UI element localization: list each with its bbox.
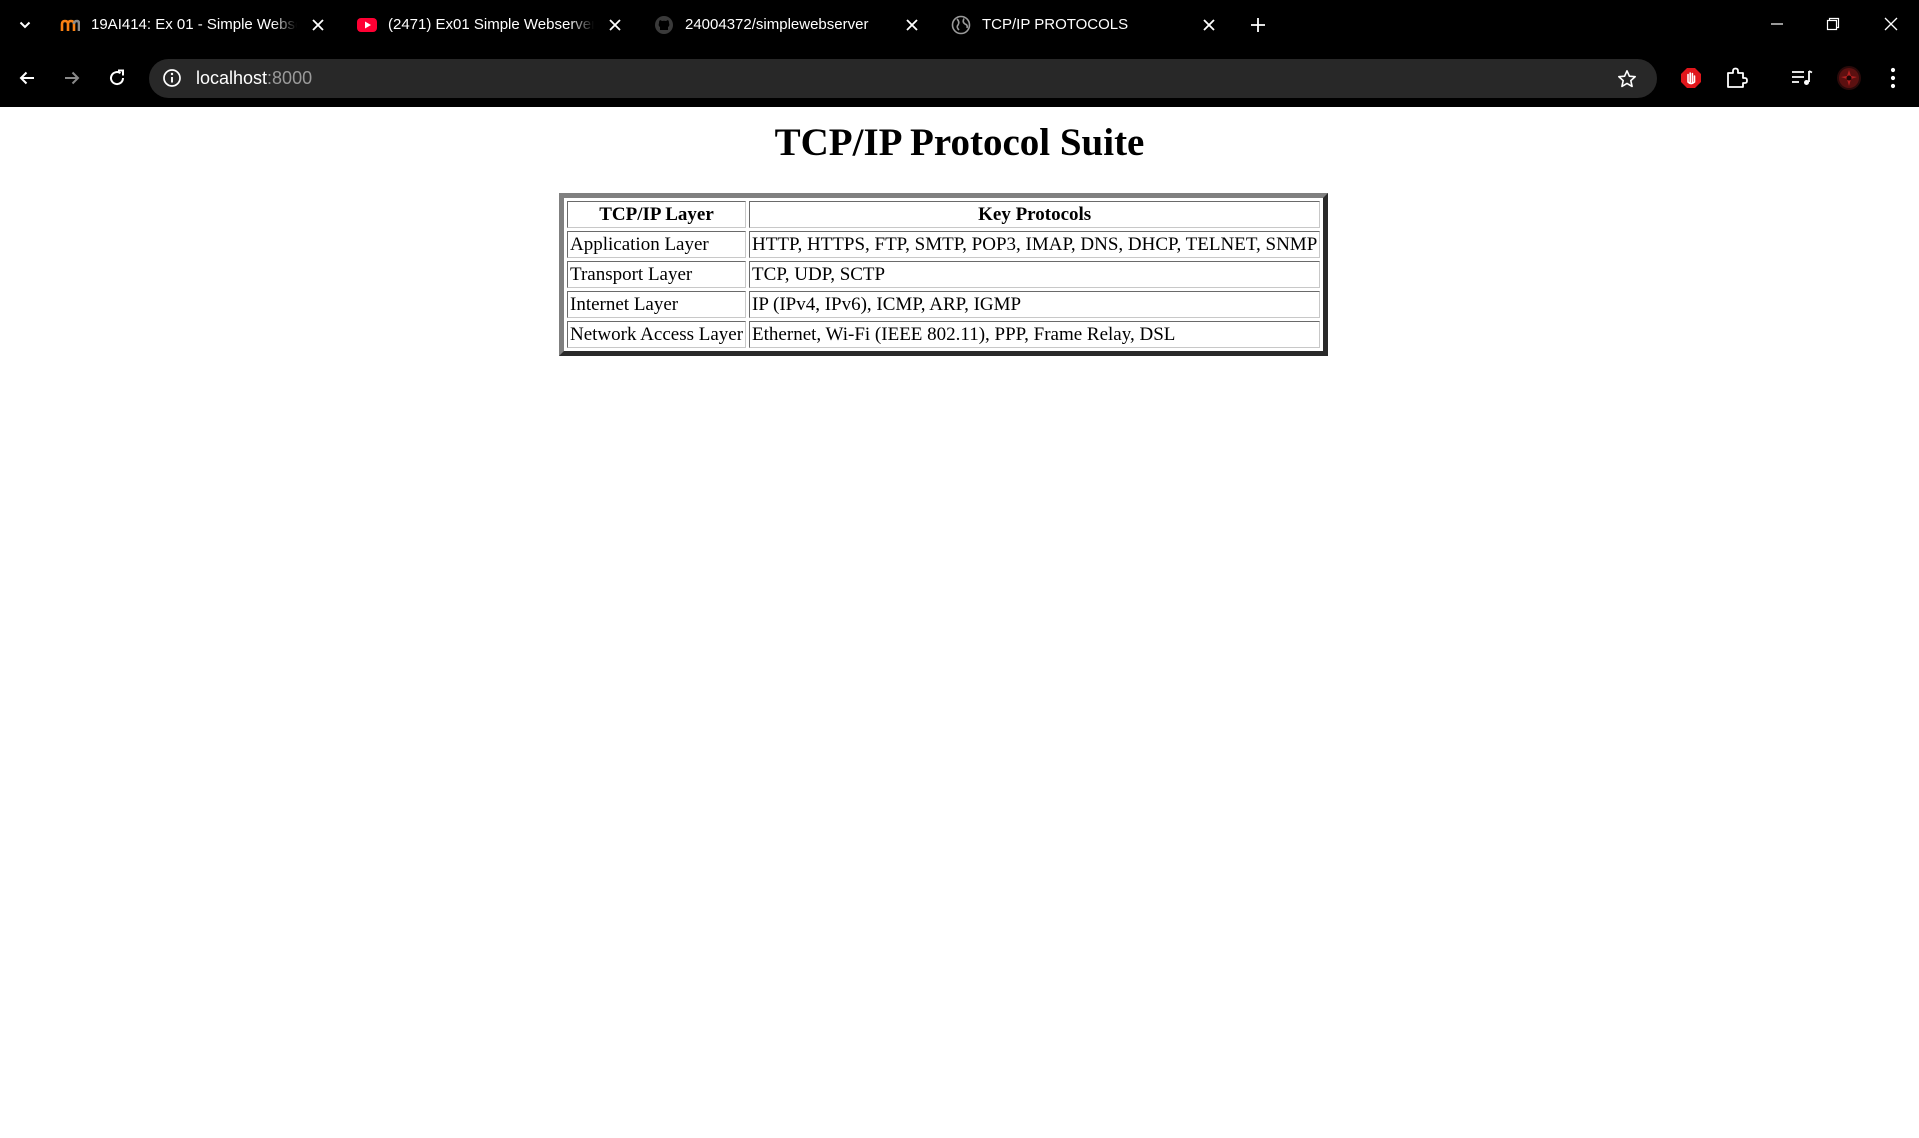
tab-youtube[interactable]: (2471) Ex01 Simple Webserver Walkthrough [357,0,625,49]
reload-icon [110,69,125,86]
media-controls-button[interactable] [1788,64,1816,92]
layer-cell: Network Access Layer [567,321,747,348]
reload-button[interactable] [101,62,133,94]
avatar-icon [1837,66,1861,90]
tab-title: (2471) Ex01 Simple Webserver Walkthrough [388,16,594,33]
table-row: Application Layer HTTP, HTTPS, FTP, SMTP… [567,231,1321,258]
tab-title: TCP/IP PROTOCOLS [982,16,1129,33]
layer-cell: Internet Layer [567,291,747,318]
forward-button[interactable] [56,62,88,94]
close-tab-icon[interactable] [308,15,328,35]
plus-icon [1251,18,1265,32]
github-icon [654,15,674,35]
url-port: :8000 [267,68,313,88]
puzzle-piece-icon [1727,67,1748,88]
back-button[interactable] [11,62,43,94]
site-info-icon[interactable] [161,67,183,89]
tab-github[interactable]: 24004372/simplewebserver [654,0,922,49]
minimize-button[interactable] [1762,10,1792,38]
browser-toolbar: localhost:8000 [0,49,1919,158]
close-tab-icon[interactable] [902,15,922,35]
table-header-row: TCP/IP Layer Key Protocols [567,201,1321,228]
arrow-right-icon [65,71,80,85]
tab-title: 19AI414: Ex 01 - Simple Webserver [91,16,297,33]
url-text[interactable]: localhost:8000 [196,68,312,89]
browser-menu-button[interactable] [1879,64,1907,92]
web-page: TCP/IP Protocol Suite TCP/IP Layer Key P… [0,109,1919,1138]
tab-search-button[interactable] [12,12,38,38]
protocols-cell: IP (IPv4, IPv6), ICMP, ARP, IGMP [749,291,1321,318]
tab-tcpip-protocols[interactable]: TCP/IP PROTOCOLS [951,0,1219,49]
page-title: TCP/IP Protocol Suite [774,121,1145,164]
adblock-extension-button[interactable] [1677,64,1705,92]
youtube-icon [357,15,377,35]
column-header-layer: TCP/IP Layer [567,201,747,228]
column-header-protocols: Key Protocols [749,201,1321,228]
restore-button[interactable] [1818,10,1848,38]
adblock-hand-icon [1681,68,1701,88]
moodle-icon [60,15,80,35]
tab-title: 24004372/simplewebserver [685,16,869,33]
table-row: Internet Layer IP (IPv4, IPv6), ICMP, AR… [567,291,1321,318]
protocol-table: TCP/IP Layer Key Protocols Application L… [559,193,1329,356]
more-vertical-icon [1890,67,1896,89]
close-icon [1884,17,1898,31]
extensions-button[interactable] [1722,64,1750,92]
minimize-icon [1771,23,1783,25]
address-bar[interactable]: localhost:8000 [149,59,1657,98]
profile-avatar[interactable] [1835,64,1863,92]
close-window-button[interactable] [1876,10,1906,38]
bookmark-star-icon[interactable] [1615,67,1639,91]
globe-icon [951,15,971,35]
chevron-down-icon [19,21,31,29]
table-row: Network Access Layer Ethernet, Wi-Fi (IE… [567,321,1321,348]
tab-strip: 19AI414: Ex 01 - Simple Webserver (2471)… [0,0,1919,49]
restore-icon [1826,17,1840,31]
close-tab-icon[interactable] [1199,15,1219,35]
new-tab-button[interactable] [1245,12,1271,38]
protocols-cell: HTTP, HTTPS, FTP, SMTP, POP3, IMAP, DNS,… [749,231,1321,258]
close-tab-icon[interactable] [605,15,625,35]
playlist-music-icon [1792,70,1813,85]
layer-cell: Transport Layer [567,261,747,288]
protocols-cell: Ethernet, Wi-Fi (IEEE 802.11), PPP, Fram… [749,321,1321,348]
layer-cell: Application Layer [567,231,747,258]
tab-moodle[interactable]: 19AI414: Ex 01 - Simple Webserver [60,0,328,49]
table-row: Transport Layer TCP, UDP, SCTP [567,261,1321,288]
protocols-cell: TCP, UDP, SCTP [749,261,1321,288]
arrow-left-icon [19,71,34,85]
url-host: localhost [196,68,268,88]
